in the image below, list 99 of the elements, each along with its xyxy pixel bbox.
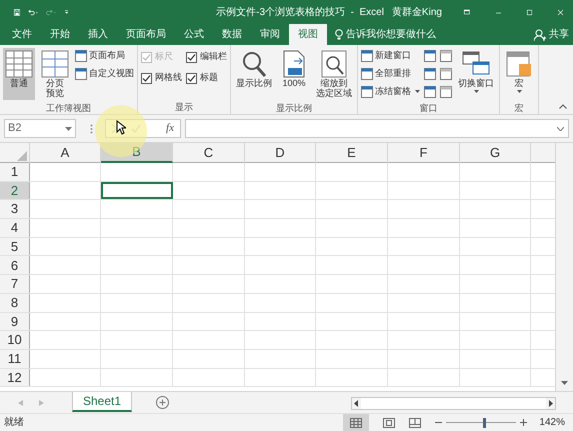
view-button[interactable]: 100% [278,48,310,100]
window-option-icon[interactable] [424,86,436,98]
magnifier-page-icon [320,50,348,78]
grid-icon [5,50,33,78]
tell-me-field[interactable]: 告诉我你想要做什么 [346,27,456,42]
ribbon-button[interactable]: 冻结窗格 [361,84,420,99]
frame-icon [75,68,87,80]
name-box[interactable]: B2 [4,119,76,138]
column-header[interactable]: E [316,143,388,163]
status-text: 就绪 [4,416,24,430]
view-button[interactable]: 分页 预览 [39,48,71,100]
row-header[interactable]: 12 [0,368,30,386]
ribbon-tab[interactable]: 公式 [175,24,213,45]
maximize-icon[interactable] [526,8,532,16]
ribbon-tab[interactable]: 数据 [213,24,251,45]
insert-function-button[interactable]: fx [166,120,174,137]
normal-view-icon[interactable] [350,418,362,428]
row-header[interactable]: 9 [0,312,30,330]
window-icon [361,50,373,62]
ribbon-button[interactable]: 页面布局 [75,48,134,63]
zoom-level[interactable]: 142% [539,415,565,430]
freeze-icon [361,86,373,98]
horizontal-scrollbar[interactable] [351,397,556,410]
collapse-ribbon-icon[interactable] [559,104,567,109]
formula-field[interactable] [185,119,569,138]
sheet-tab[interactable]: Sheet1 [72,392,132,412]
slider-thumb[interactable] [483,418,486,428]
group-label: 显示 [174,100,194,114]
zoom-in-icon[interactable] [520,419,528,426]
row-header[interactable]: 1 [0,163,30,181]
zoom-slider[interactable] [446,418,516,428]
checkbox-label[interactable]: 标题 [200,71,218,85]
row-header[interactable]: 3 [0,200,30,218]
ribbon-display-icon[interactable] [464,8,470,16]
group-label: 工作簿视图 [45,102,92,115]
ribbon-tab[interactable]: 插入 [79,24,117,45]
close-icon[interactable] [558,8,563,16]
expand-icon[interactable] [557,126,564,130]
dropdown-icon[interactable] [65,126,72,130]
magnifier-icon [240,50,268,78]
column-header[interactable]: C [173,143,245,163]
ribbon-tab[interactable]: 开始 [41,24,79,45]
window-title: 示例文件-3个浏览表格的技巧 - Excel [216,6,384,20]
row-header[interactable]: 5 [0,238,30,256]
ribbon-button[interactable]: 全部重排 [361,66,420,81]
scroll-down-icon[interactable] [561,381,568,385]
add-sheet-icon[interactable] [156,396,170,409]
scroll-left-icon[interactable] [352,398,361,409]
selected-cell[interactable] [101,182,173,200]
row-header[interactable]: 8 [0,294,30,312]
share-button[interactable]: 共享 [549,27,569,42]
undo-icon[interactable] [28,6,38,18]
macro-sheet-icon [505,50,533,78]
ribbon-button[interactable]: 新建窗口 [361,48,420,63]
group-label: 窗口 [418,102,438,115]
ribbon-button[interactable]: 自定义视图 [75,66,134,81]
checkbox[interactable] [141,72,152,84]
cancel-icon[interactable] [112,124,121,133]
row-header[interactable]: 6 [0,256,30,274]
row-header[interactable]: 7 [0,275,30,293]
ribbon-tab[interactable]: 视图 [289,24,327,45]
checkbox-label[interactable]: 编辑栏 [200,50,227,64]
row-header[interactable]: 2 [0,182,30,200]
save-icon[interactable] [14,6,20,18]
group-label: 宏 [514,102,524,115]
page-layout-view-icon[interactable] [383,418,396,428]
zoom-out-icon[interactable] [435,419,442,426]
checkbox-label[interactable]: 网格线 [155,71,182,85]
view-button[interactable]: 切换窗口 [456,48,496,100]
column-header[interactable]: D [245,143,316,163]
vertical-scrollbar[interactable] [555,143,573,391]
row-header[interactable]: 4 [0,219,30,237]
window-option-icon[interactable] [424,68,436,80]
user-name: 黄群金King [392,6,442,20]
column-header[interactable]: F [388,143,460,163]
ribbon-tab[interactable]: 审阅 [251,24,289,45]
ribbon-tab[interactable]: 页面布局 [117,24,175,45]
view-button[interactable]: 显示比例 [234,48,274,100]
column-header[interactable]: G [460,143,531,163]
page-grid-icon [41,50,69,78]
person-icon[interactable] [534,28,546,40]
scroll-right-icon[interactable] [546,398,555,409]
group-label: 显示比例 [275,102,313,115]
checkbox[interactable] [186,72,197,84]
rows-icon [361,68,373,80]
view-button[interactable]: 缩放到 选定区域 [314,48,354,100]
row-header[interactable]: 11 [0,350,30,368]
view-button[interactable]: 宏 [503,48,535,100]
customize-icon[interactable] [64,8,68,16]
page-icon [75,50,87,62]
window-option-icon[interactable] [424,50,436,62]
checkbox[interactable] [186,52,197,62]
view-button[interactable]: 普通 [3,48,35,100]
lightbulb-icon [335,29,343,40]
cursor-highlight [95,105,147,157]
more-icon [90,124,93,134]
row-header[interactable]: 10 [0,331,30,349]
ribbon-tab[interactable]: 文件 [3,24,41,45]
page-break-view-icon[interactable] [409,418,422,428]
